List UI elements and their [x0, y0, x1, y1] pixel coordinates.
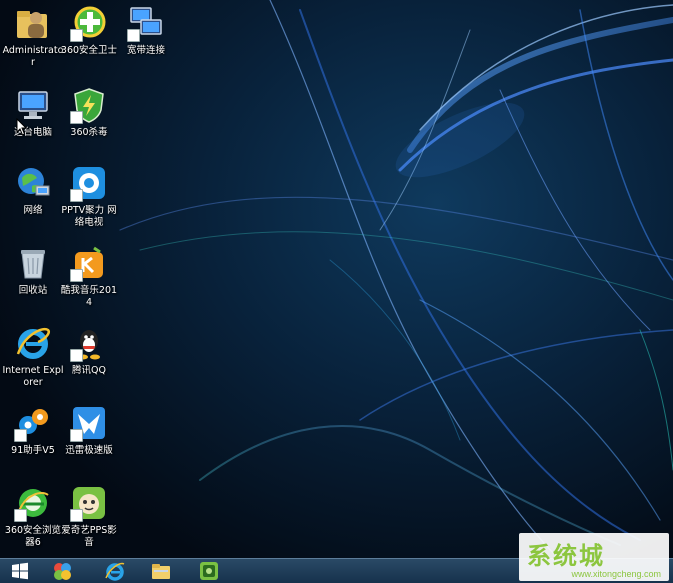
kuwo-music-icon — [70, 244, 108, 282]
desktop-icon-360-safeguard[interactable]: 360安全卫士 — [58, 4, 120, 57]
iqiyi-box-icon — [200, 562, 218, 580]
desktop-icon-xunlei[interactable]: 迅雷极速版 — [58, 404, 120, 457]
internet-explorer-icon — [105, 562, 125, 581]
folder-icon — [152, 564, 170, 579]
windows-logo-icon — [12, 562, 28, 580]
desktop-icon-pptv[interactable]: PPTV聚力 网络电视 — [58, 164, 120, 229]
desktop-icon-label: 网络 — [23, 205, 43, 216]
desktop-icon-91-assistant[interactable]: 91助手V5 — [2, 404, 64, 457]
desktop-icon-label: Internet Explorer — [2, 365, 64, 388]
iqiyi-pps-icon — [70, 484, 108, 522]
user-folder-icon — [14, 4, 52, 42]
xunlei-icon — [70, 404, 108, 442]
mouse-pointer-icon — [16, 118, 28, 136]
start-button[interactable] — [6, 560, 34, 582]
desktop-icon-internet-explorer[interactable]: Internet Explorer — [2, 324, 64, 389]
91-assistant-icon — [14, 404, 52, 442]
desktop-icon-360-browser[interactable]: 360安全浏览器6 — [2, 484, 64, 549]
taskbar-app-1[interactable] — [48, 560, 76, 582]
qq-icon — [70, 324, 108, 362]
taskbar-internet-explorer[interactable] — [101, 560, 129, 582]
desktop-icon-label: 腾讯QQ — [72, 365, 106, 376]
pptv-icon — [70, 164, 108, 202]
360-safeguard-icon — [70, 4, 108, 42]
desktop-icon-network[interactable]: 网络 — [2, 164, 64, 217]
desktop-icon-label: Administrator — [2, 45, 64, 68]
desktop-icon-label: 回收站 — [18, 285, 48, 296]
desktop-icon-qq[interactable]: 腾讯QQ — [58, 324, 120, 377]
taskbar-app-4[interactable] — [195, 560, 223, 582]
network-icon — [14, 164, 52, 202]
color-ball-app-icon — [54, 563, 71, 580]
desktop-icon-label: 爱奇艺PPS影音 — [61, 525, 117, 548]
360-antivirus-icon — [70, 86, 108, 124]
desktop-icon-administrator[interactable]: Administrator — [2, 4, 64, 69]
desktop-icon-kuwo-music[interactable]: 酷我音乐2014 — [58, 244, 120, 309]
recycle-bin-icon — [14, 244, 52, 282]
desktop-icon-label: 宽带连接 — [126, 45, 165, 56]
desktop-icon-recycle-bin[interactable]: 回收站 — [2, 244, 64, 297]
desktop-icon-iqiyi-pps[interactable]: 爱奇艺PPS影音 — [58, 484, 120, 549]
taskbar-file-explorer[interactable] — [147, 560, 175, 582]
site-watermark: 系统城 www.xitongcheng.com — [519, 533, 669, 581]
broadband-connection-icon — [127, 4, 165, 42]
desktop-icon-label: 360安全卫士 — [60, 45, 118, 56]
desktop-icon-label: 这台电脑 — [13, 127, 52, 138]
desktop[interactable]: Administrator 这台电脑 网络 回收站 Internet Explo… — [0, 0, 673, 558]
desktop-icon-label: 迅雷极速版 — [65, 445, 113, 456]
desktop-icon-label: 酷我音乐2014 — [60, 285, 118, 308]
desktop-icon-label: PPTV聚力 网络电视 — [61, 205, 117, 228]
watermark-title: 系统城 — [527, 542, 605, 570]
desktop-icon-label: 360安全浏览器6 — [4, 525, 62, 548]
internet-explorer-icon — [14, 324, 52, 362]
desktop-icon-label: 91助手V5 — [11, 445, 55, 456]
desktop-icon-this-pc[interactable]: 这台电脑 — [2, 86, 64, 139]
desktop-icon-360-antivirus[interactable]: 360杀毒 — [58, 86, 120, 139]
desktop-icon-label: 360杀毒 — [70, 127, 108, 138]
360-browser-icon — [14, 484, 52, 522]
desktop-icon-broadband-connection[interactable]: 宽带连接 — [115, 4, 177, 57]
watermark-url: www.xitongcheng.com — [571, 569, 661, 579]
